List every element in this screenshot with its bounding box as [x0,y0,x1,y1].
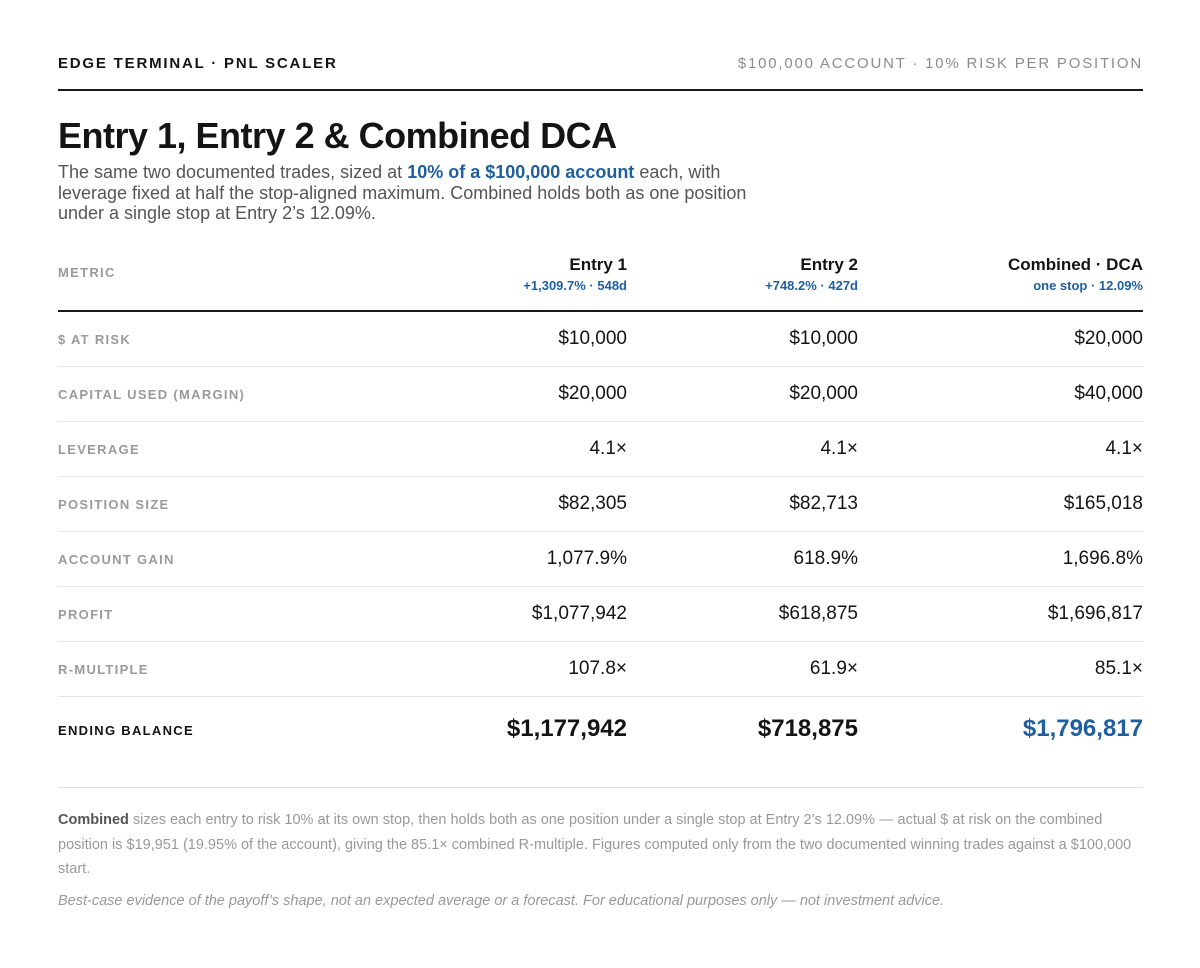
row-label: CAPITAL USED (MARGIN) [58,387,246,402]
disclaimer: Best-case evidence of the payoff’s shape… [58,893,945,909]
cell-entry-1: $20,000 [558,383,627,404]
brand-label: EDGE TERMINAL · PNL SCALER [58,55,338,72]
cell-entry-2: 618.9% [793,548,858,569]
table-row-ending-balance: ENDING BALANCE $1,177,942 $718,875 $1,79… [58,697,1143,763]
footnote-bold: Combined [58,812,129,828]
cell-entry-2: $718,875 [757,715,858,742]
cell-entry-1: 4.1× [589,438,627,459]
cell-entry-2: $20,000 [789,383,858,404]
table-header: METRIC Entry 1 +1,309.7% · 548d Entry 2 … [58,238,1143,312]
table-row-account-gain: ACCOUNT GAIN 1,077.9% 618.9% 1,696.8% [58,532,1143,587]
page-title: Entry 1, Entry 2 & Combined DCA [58,115,617,156]
cell-entry-2: $10,000 [789,328,858,349]
cell-combined: $40,000 [1074,383,1143,404]
footnote: Combined sizes each entry to risk 10% at… [58,808,1143,882]
column-name: Entry 1 [569,255,627,274]
account-info: $100,000 ACCOUNT · 10% RISK PER POSITION [737,55,1143,72]
row-label: $ AT RISK [58,332,132,347]
footnote-text: sizes each entry to risk 10% at its own … [58,812,1132,877]
comparison-table: METRIC Entry 1 +1,309.7% · 548d Entry 2 … [58,238,1143,763]
cell-combined: $1,796,817 [1022,715,1143,742]
table-row-r-multiple: R-MULTIPLE 107.8× 61.9× 85.1× [58,642,1143,697]
cell-entry-2: 61.9× [809,658,858,679]
cell-combined: $165,018 [1063,493,1143,514]
footer-divider [58,787,1143,788]
cell-entry-2: $618,875 [778,603,858,624]
top-bar: EDGE TERMINAL · PNL SCALER $100,000 ACCO… [58,0,1143,91]
cell-combined: 85.1× [1094,658,1143,679]
cell-entry-1: 107.8× [568,658,627,679]
row-label: PROFIT [58,607,114,622]
cell-combined: $1,696,817 [1047,603,1143,624]
column-subtitle: +748.2% · 427d [765,278,858,293]
cell-entry-1: $10,000 [558,328,627,349]
row-label: POSITION SIZE [58,497,170,512]
cell-entry-1: $1,177,942 [506,715,627,742]
cell-entry-2: 4.1× [820,438,858,459]
table-row-at-risk: $ AT RISK $10,000 $10,000 $20,000 [58,312,1143,367]
cell-entry-2: $82,713 [789,493,858,514]
row-label: R-MULTIPLE [58,662,149,677]
row-label: ACCOUNT GAIN [58,552,175,567]
cell-entry-1: 1,077.9% [546,548,627,569]
table-row-capital-used: CAPITAL USED (MARGIN) $20,000 $20,000 $4… [58,367,1143,422]
table-row-leverage: LEVERAGE 4.1× 4.1× 4.1× [58,422,1143,477]
row-label: LEVERAGE [58,442,140,457]
cell-combined: 1,696.8% [1062,548,1143,569]
row-label: ENDING BALANCE [58,723,194,738]
metric-column-header: METRIC [58,265,116,280]
column-name: Entry 2 [800,255,858,274]
cell-entry-1: $1,077,942 [531,603,627,624]
cell-entry-1: $82,305 [558,493,627,514]
table-row-position-size: POSITION SIZE $82,305 $82,713 $165,018 [58,477,1143,532]
cell-combined: $20,000 [1074,328,1143,349]
intro-text-before: The same two documented trades, sized at [58,162,408,182]
column-subtitle: one stop · 12.09% [1033,278,1143,293]
table-row-profit: PROFIT $1,077,942 $618,875 $1,696,817 [58,587,1143,642]
column-header-entry-2: Entry 2 +748.2% · 427d [765,255,858,293]
cell-combined: 4.1× [1105,438,1143,459]
column-header-combined: Combined · DCA one stop · 12.09% [1008,255,1143,293]
column-header-entry-1: Entry 1 +1,309.7% · 548d [523,255,627,293]
column-name: Combined · DCA [1007,255,1143,274]
page: EDGE TERMINAL · PNL SCALER $100,000 ACCO… [58,0,1143,909]
intro-highlight: 10% of a $100,000 account [407,162,635,182]
intro-paragraph: The same two documented trades, sized at… [58,162,748,224]
column-subtitle: +1,309.7% · 548d [523,278,627,293]
